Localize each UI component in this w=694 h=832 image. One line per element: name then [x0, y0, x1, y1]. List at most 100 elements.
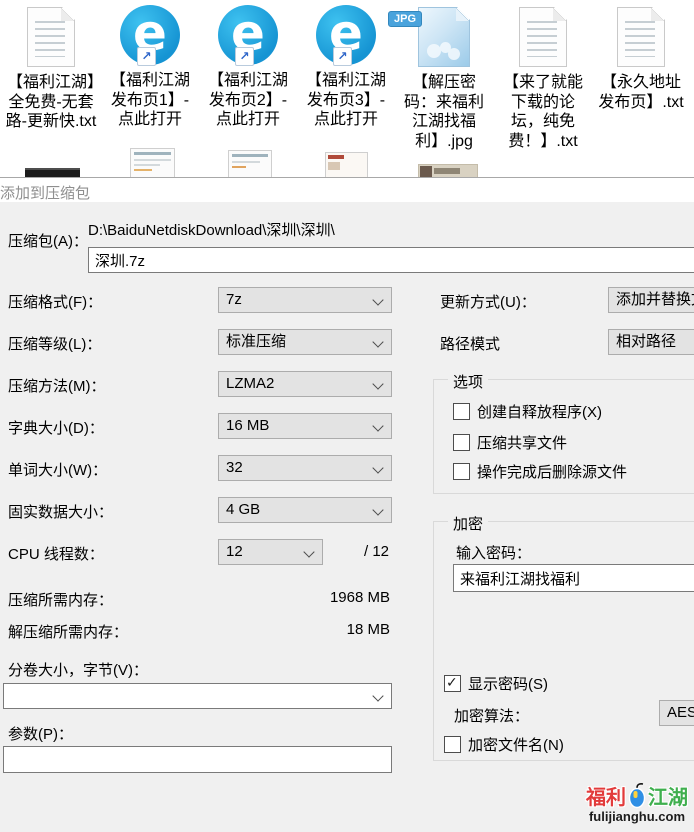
- checkbox-label: 加密文件名(N): [468, 734, 564, 755]
- level-select[interactable]: 标准压缩: [218, 329, 392, 355]
- desktop-icon-label: 【来了就能下载的论坛，纯免费！】.txt: [497, 73, 589, 151]
- encryption-method-select[interactable]: AES-2: [659, 700, 694, 726]
- checkbox-label: 操作完成后删除源文件: [477, 461, 627, 482]
- shortcut-arrow-icon: ↗: [333, 47, 352, 66]
- word-size-label: 单词大小(W)：: [8, 459, 107, 480]
- desktop-icon-label: 【福利江湖发布页1】-点此打开: [104, 71, 196, 130]
- path-mode-label: 路径模式: [440, 333, 500, 354]
- encryption-group-title: 加密: [448, 513, 488, 534]
- checkbox-label: 压缩共享文件: [477, 432, 567, 453]
- password-label: 输入密码：: [456, 542, 531, 563]
- desktop-icon-fabu3-shortcut[interactable]: e ↗ 【福利江湖发布页3】-点此打开: [297, 5, 395, 130]
- chevron-down-icon: [372, 690, 383, 701]
- thumbnail-image[interactable]: [325, 152, 368, 180]
- desktop-icon-label: 【解压密码：来福利江湖找福利】.jpg: [398, 73, 490, 151]
- format-label: 压缩格式(F)：: [8, 291, 102, 312]
- chevron-down-icon: [372, 378, 383, 389]
- word-size-select[interactable]: 32: [218, 455, 392, 481]
- path-mode-select[interactable]: 相对路径: [608, 329, 694, 355]
- level-value: 标准压缩: [226, 333, 286, 350]
- jpg-file-icon: JPG: [395, 7, 493, 71]
- fulijianghu-watermark: 福利 江湖 fulijianghu.com: [586, 781, 688, 824]
- shortcut-arrow-icon: ↗: [137, 47, 156, 66]
- watermark-domain: fulijianghu.com: [586, 809, 688, 824]
- edge-browser-icon: e ↗: [101, 5, 199, 69]
- compress-shared-checkbox[interactable]: 压缩共享文件: [453, 432, 567, 453]
- method-select[interactable]: LZMA2: [218, 371, 392, 397]
- edge-browser-icon: e ↗: [199, 5, 297, 69]
- decompress-memory-label: 解压缩所需内存：: [8, 621, 128, 642]
- desktop-icon-forum-txt[interactable]: 【来了就能下载的论坛，纯免费！】.txt: [494, 5, 592, 151]
- desktop-icon-permanent-txt[interactable]: 【永久地址发布页】.txt: [592, 5, 690, 112]
- add-to-archive-dialog: 添加到压缩包 压缩包(A)： D:\BaiduNetdiskDownload\深…: [0, 177, 694, 832]
- desktop-icon-fabu1-shortcut[interactable]: e ↗ 【福利江湖发布页1】-点此打开: [101, 5, 199, 130]
- archive-filename-input[interactable]: [88, 247, 694, 273]
- encryption-method-value: AES-2: [667, 704, 694, 721]
- dictionary-select[interactable]: 16 MB: [218, 413, 392, 439]
- delete-after-checkbox[interactable]: 操作完成后删除源文件: [453, 461, 627, 482]
- chevron-down-icon: [303, 546, 314, 557]
- text-file-icon: [592, 7, 690, 71]
- thumbnail-image[interactable]: [130, 148, 175, 180]
- method-value: LZMA2: [226, 375, 274, 392]
- text-file-icon: [494, 7, 592, 71]
- desktop-icon-label: 【福利江湖】全免费-无套路-更新快.txt: [5, 73, 97, 132]
- volume-size-label: 分卷大小，字节(V)：: [8, 659, 148, 680]
- desktop: 【福利江湖】全免费-无套路-更新快.txt e ↗ 【福利江湖发布页1】-点此打…: [0, 0, 694, 832]
- desktop-icon-fabu2-shortcut[interactable]: e ↗ 【福利江湖发布页2】-点此打开: [199, 5, 297, 130]
- encryption-group: 加密 输入密码： 显示密码(S) 加密算法： AES-2 加密文件名(N): [433, 521, 694, 761]
- desktop-icon-label: 【永久地址发布页】.txt: [595, 73, 687, 112]
- update-mode-label: 更新方式(U)：: [440, 291, 536, 312]
- cpu-threads-max: / 12: [364, 543, 389, 560]
- thumbnail-image[interactable]: [228, 150, 272, 180]
- dialog-body: 压缩包(A)： D:\BaiduNetdiskDownload\深圳\深圳\ 压…: [0, 202, 694, 832]
- jpg-badge: JPG: [388, 11, 422, 27]
- desktop-icon-label: 【福利江湖发布页3】-点此打开: [300, 71, 392, 130]
- watermark-text-left: 福利: [586, 781, 626, 810]
- update-mode-value: 添加并替换文: [616, 291, 694, 308]
- chevron-down-icon: [372, 336, 383, 347]
- archive-label: 压缩包(A)：: [8, 230, 88, 251]
- cpu-threads-select[interactable]: 12: [218, 539, 323, 565]
- cpu-threads-value: 12: [226, 543, 243, 560]
- volume-size-combobox[interactable]: [3, 683, 392, 709]
- checkbox-label: 创建自释放程序(X): [477, 401, 602, 422]
- options-group-title: 选项: [448, 371, 488, 392]
- solid-size-label: 固实数据大小：: [8, 501, 113, 522]
- solid-size-select[interactable]: 4 GB: [218, 497, 392, 523]
- compress-memory-value: 1968 MB: [218, 589, 390, 606]
- path-mode-value: 相对路径: [616, 333, 676, 350]
- compress-memory-label: 压缩所需内存：: [8, 589, 113, 610]
- archive-directory: D:\BaiduNetdiskDownload\深圳\深圳\: [88, 219, 335, 240]
- create-sfx-checkbox[interactable]: 创建自释放程序(X): [453, 401, 602, 422]
- encrypt-filenames-checkbox[interactable]: 加密文件名(N): [444, 734, 564, 755]
- parameters-input[interactable]: [3, 746, 392, 773]
- dictionary-label: 字典大小(D)：: [8, 417, 104, 438]
- decompress-memory-value: 18 MB: [218, 621, 390, 638]
- dictionary-value: 16 MB: [226, 417, 269, 434]
- encryption-method-label: 加密算法：: [454, 705, 529, 726]
- show-password-checkbox[interactable]: 显示密码(S): [444, 673, 548, 694]
- password-input[interactable]: [453, 564, 694, 592]
- dialog-title: 添加到压缩包: [0, 182, 90, 203]
- dialog-titlebar: 添加到压缩包: [0, 178, 694, 202]
- update-mode-select[interactable]: 添加并替换文: [608, 287, 694, 313]
- format-select[interactable]: 7z: [218, 287, 392, 313]
- chevron-down-icon: [372, 504, 383, 515]
- checkbox-icon: [444, 736, 461, 753]
- level-label: 压缩等级(L)：: [8, 333, 101, 354]
- format-value: 7z: [226, 291, 242, 308]
- chevron-down-icon: [372, 462, 383, 473]
- desktop-icon-password-jpg[interactable]: JPG 【解压密码：来福利江湖找福利】.jpg: [395, 5, 493, 151]
- chevron-down-icon: [372, 294, 383, 305]
- options-group: 选项 创建自释放程序(X) 压缩共享文件 操作完成后删除源文件: [433, 379, 694, 494]
- checkbox-icon: [444, 675, 461, 692]
- parameters-label: 参数(P)：: [8, 723, 73, 744]
- mouse-icon: [627, 782, 647, 809]
- desktop-icon-fulijianghu-txt[interactable]: 【福利江湖】全免费-无套路-更新快.txt: [2, 5, 100, 132]
- chevron-down-icon: [372, 420, 383, 431]
- checkbox-icon: [453, 434, 470, 451]
- solid-size-value: 4 GB: [226, 501, 260, 518]
- text-file-icon: [2, 7, 100, 71]
- checkbox-label: 显示密码(S): [468, 673, 548, 694]
